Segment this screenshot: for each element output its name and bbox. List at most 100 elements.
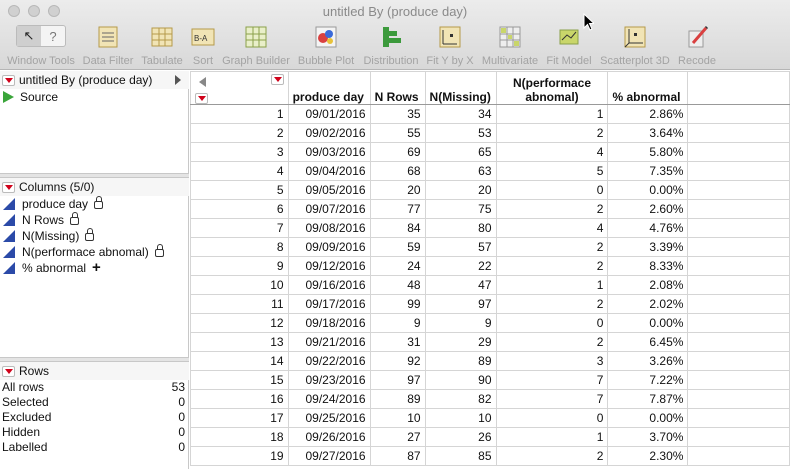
row-number[interactable]: 15 (190, 370, 289, 390)
row-number[interactable]: 3 (190, 142, 289, 162)
cell-pct-abnormal[interactable]: 3.39% (607, 237, 689, 257)
table-row[interactable]: 8 09/09/2016 59 57 2 3.39% (190, 237, 790, 257)
red-triangle-menu-icon[interactable] (2, 365, 15, 377)
cell-produce-day[interactable]: 09/26/2016 (287, 427, 371, 447)
cell-n-rows[interactable]: 77 (369, 199, 426, 219)
cell-pct-abnormal[interactable]: 3.64% (607, 123, 689, 143)
cell-produce-day[interactable]: 09/08/2016 (287, 218, 371, 238)
cell-produce-day[interactable]: 09/25/2016 (287, 408, 371, 428)
cell-n-missing[interactable]: 85 (424, 446, 497, 466)
cell-n-missing[interactable]: 22 (424, 256, 497, 276)
cell-n-missing[interactable]: 26 (424, 427, 497, 447)
cell-n-missing[interactable]: 65 (424, 142, 497, 162)
cell-n-abnormal[interactable]: 7 (495, 389, 609, 409)
cell-n-rows[interactable]: 92 (369, 351, 426, 371)
red-triangle-menu-icon[interactable] (271, 74, 284, 85)
cell-produce-day[interactable]: 09/23/2016 (287, 370, 371, 390)
cell-pct-abnormal[interactable]: 2.08% (607, 275, 689, 295)
table-row[interactable]: 14 09/22/2016 92 89 3 3.26% (190, 351, 790, 371)
table-row[interactable]: 19 09/27/2016 87 85 2 2.30% (190, 446, 790, 466)
row-number[interactable]: 12 (190, 313, 289, 333)
cell-produce-day[interactable]: 09/24/2016 (287, 389, 371, 409)
cell-n-rows[interactable]: 99 (369, 294, 426, 314)
table-panel-header[interactable]: untitled By (produce day) (0, 71, 189, 89)
row-number[interactable]: 18 (190, 427, 289, 447)
row-number[interactable]: 9 (190, 256, 289, 276)
cell-pct-abnormal[interactable]: 8.33% (607, 256, 689, 276)
source-script[interactable]: Source (0, 89, 189, 105)
cell-n-abnormal[interactable]: 4 (495, 218, 609, 238)
cell-produce-day[interactable]: 09/16/2016 (287, 275, 371, 295)
cell-n-missing[interactable]: 82 (424, 389, 497, 409)
cell-n-rows[interactable]: 55 (369, 123, 426, 143)
cell-n-missing[interactable]: 34 (424, 104, 497, 124)
column-header[interactable]: N(Missing) (424, 71, 497, 105)
cell-n-abnormal[interactable]: 2 (495, 332, 609, 352)
column-header[interactable]: N Rows (369, 71, 426, 105)
tool-fit-y-by-x[interactable]: Fit Y by X (426, 25, 474, 67)
cell-n-rows[interactable]: 59 (369, 237, 426, 257)
cell-n-missing[interactable]: 47 (424, 275, 497, 295)
tool-distribution[interactable]: Distribution (361, 25, 421, 67)
cell-n-rows[interactable]: 97 (369, 370, 426, 390)
table-row[interactable]: 16 09/24/2016 89 82 7 7.87% (190, 389, 790, 409)
cell-n-rows[interactable]: 48 (369, 275, 426, 295)
expand-arrow-icon[interactable] (175, 75, 181, 85)
cell-n-missing[interactable]: 53 (424, 123, 497, 143)
tool-window-tools[interactable]: ↖? Window Tools (6, 25, 76, 67)
cell-n-missing[interactable]: 90 (424, 370, 497, 390)
cell-pct-abnormal[interactable]: 3.26% (607, 351, 689, 371)
table-row[interactable]: 10 09/16/2016 48 47 1 2.08% (190, 275, 790, 295)
cell-n-rows[interactable]: 10 (369, 408, 426, 428)
table-row[interactable]: 11 09/17/2016 99 97 2 2.02% (190, 294, 790, 314)
column-item[interactable]: % abnormal + (0, 260, 189, 276)
row-number[interactable]: 4 (190, 161, 289, 181)
table-row[interactable]: 18 09/26/2016 27 26 1 3.70% (190, 427, 790, 447)
tool-bubble-plot[interactable]: Bubble Plot (297, 25, 355, 67)
cell-pct-abnormal[interactable]: 7.35% (607, 161, 689, 181)
row-number[interactable]: 13 (190, 332, 289, 352)
tool-tabulate[interactable]: Tabulate (140, 25, 184, 67)
cell-n-missing[interactable]: 97 (424, 294, 497, 314)
cell-produce-day[interactable]: 09/17/2016 (287, 294, 371, 314)
table-row[interactable]: 5 09/05/2016 20 20 0 0.00% (190, 180, 790, 200)
column-item[interactable]: N(Missing) (0, 228, 189, 244)
cell-produce-day[interactable]: 09/01/2016 (287, 104, 371, 124)
table-row[interactable]: 13 09/21/2016 31 29 2 6.45% (190, 332, 790, 352)
cell-produce-day[interactable]: 09/12/2016 (287, 256, 371, 276)
row-number[interactable]: 14 (190, 351, 289, 371)
cell-n-missing[interactable]: 29 (424, 332, 497, 352)
cell-pct-abnormal[interactable]: 2.30% (607, 446, 689, 466)
cell-n-abnormal[interactable]: 4 (495, 142, 609, 162)
cell-n-rows[interactable]: 20 (369, 180, 426, 200)
row-number[interactable]: 1 (190, 104, 289, 124)
row-number[interactable]: 6 (190, 199, 289, 219)
cell-n-abnormal[interactable]: 2 (495, 446, 609, 466)
cell-n-rows[interactable]: 69 (369, 142, 426, 162)
cell-produce-day[interactable]: 09/21/2016 (287, 332, 371, 352)
cell-pct-abnormal[interactable]: 7.22% (607, 370, 689, 390)
row-number[interactable]: 17 (190, 408, 289, 428)
column-header[interactable]: produce day (287, 71, 371, 105)
row-number[interactable]: 10 (190, 275, 289, 295)
row-number[interactable]: 2 (190, 123, 289, 143)
cell-pct-abnormal[interactable]: 6.45% (607, 332, 689, 352)
cell-pct-abnormal[interactable]: 7.87% (607, 389, 689, 409)
cell-produce-day[interactable]: 09/02/2016 (287, 123, 371, 143)
cell-n-abnormal[interactable]: 0 (495, 408, 609, 428)
cell-n-missing[interactable]: 9 (424, 313, 497, 333)
tool-sort[interactable]: B-A Sort (189, 25, 217, 67)
cell-n-abnormal[interactable]: 3 (495, 351, 609, 371)
cell-pct-abnormal[interactable]: 2.86% (607, 104, 689, 124)
cell-produce-day[interactable]: 09/04/2016 (287, 161, 371, 181)
row-number[interactable]: 7 (190, 218, 289, 238)
cell-pct-abnormal[interactable]: 2.02% (607, 294, 689, 314)
row-number[interactable]: 5 (190, 180, 289, 200)
tool-recode[interactable]: Recode (677, 25, 717, 67)
cell-pct-abnormal[interactable]: 4.76% (607, 218, 689, 238)
cell-pct-abnormal[interactable]: 0.00% (607, 408, 689, 428)
cell-n-rows[interactable]: 35 (369, 104, 426, 124)
grid-corner[interactable] (190, 71, 289, 105)
cell-pct-abnormal[interactable]: 0.00% (607, 313, 689, 333)
cell-n-abnormal[interactable]: 2 (495, 256, 609, 276)
